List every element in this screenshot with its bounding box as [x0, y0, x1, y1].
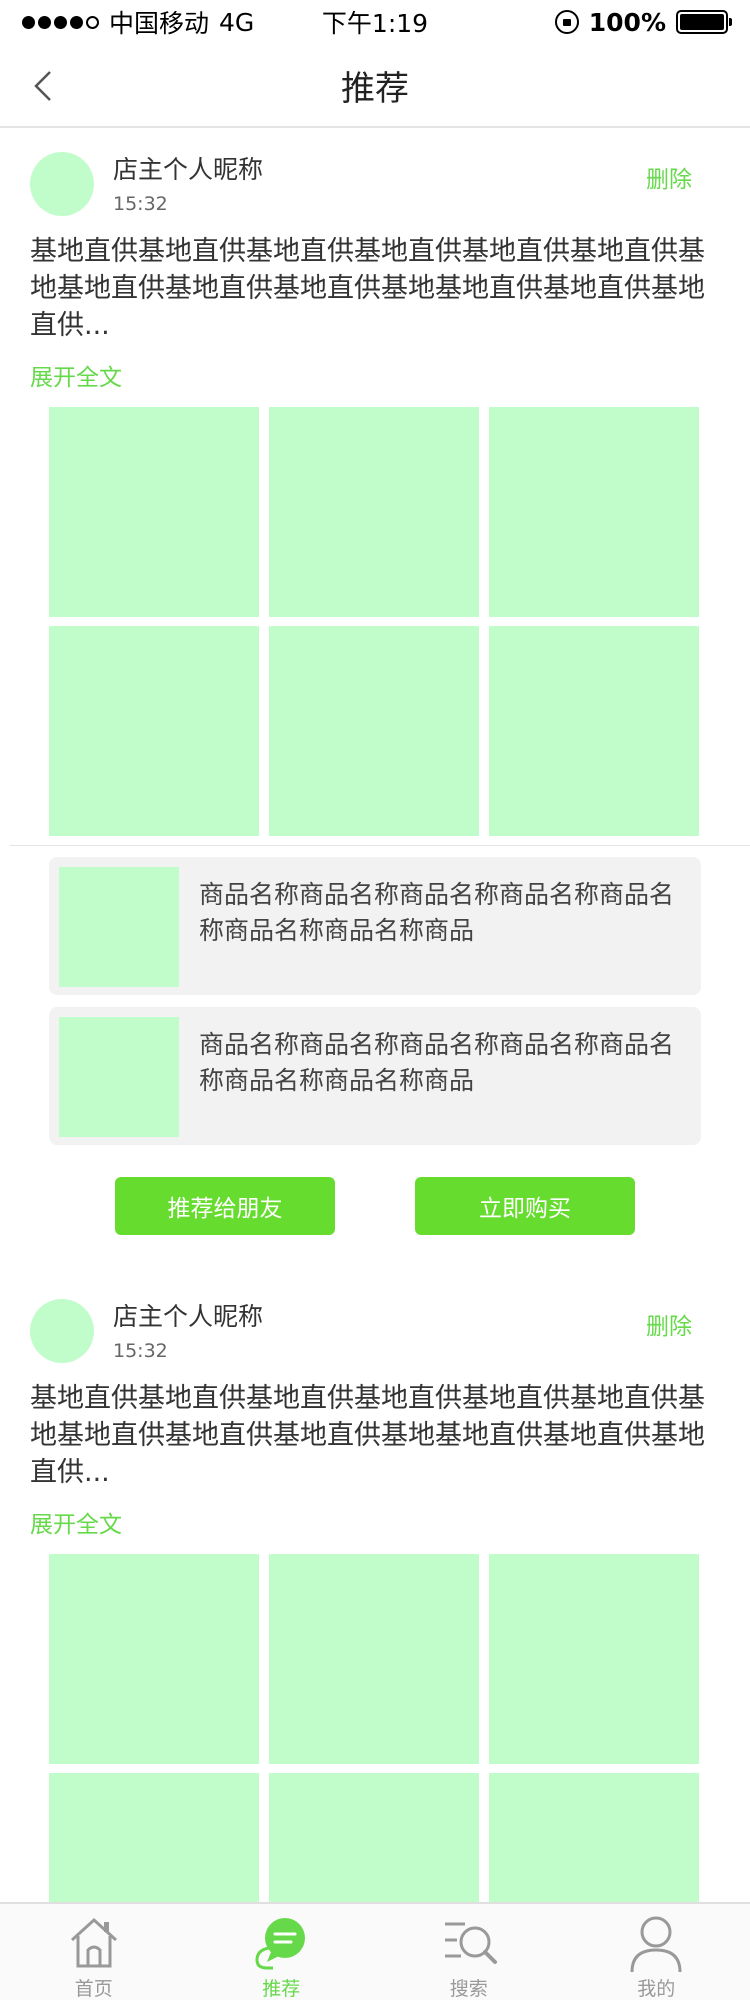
- navigation-bar: 推荐: [0, 44, 750, 128]
- status-bar: 中国移动 4G 下午1:19 100%: [0, 0, 750, 44]
- post-image[interactable]: [269, 1554, 479, 1764]
- post-image[interactable]: [49, 407, 259, 617]
- page-title: 推荐: [341, 68, 409, 109]
- product-thumbnail: [59, 1017, 179, 1137]
- tab-recommend[interactable]: 推荐: [188, 1904, 376, 2000]
- product-name: 商品名称商品名称商品名称商品名称商品名称商品名称商品名称商品: [199, 1030, 675, 1095]
- chat-bubble-icon: [255, 1918, 306, 1970]
- feed-post: 店主个人昵称 15:32 删除 基地直供基地直供基地直供基地直供基地直供基地直供…: [0, 130, 750, 1277]
- tab-label: 推荐: [262, 1978, 301, 2000]
- post-text: 基地直供基地直供基地直供基地直供基地直供基地直供基地基地直供基地直供基地直供基地…: [30, 236, 705, 341]
- buy-now-button[interactable]: 立即购买: [415, 1177, 635, 1235]
- product-card[interactable]: 商品名称商品名称商品名称商品名称商品名称商品名称商品名称商品: [49, 857, 701, 995]
- expand-full-text-link[interactable]: 展开全文: [30, 358, 122, 392]
- tab-label: 搜索: [449, 1978, 488, 2000]
- signal-strength-icon: [22, 15, 99, 29]
- home-icon: [70, 1917, 117, 1968]
- post-time: 15:32: [113, 193, 168, 215]
- avatar[interactable]: [30, 1299, 94, 1363]
- post-image[interactable]: [49, 626, 259, 836]
- product-name: 商品名称商品名称商品名称商品名称商品名称商品名称商品名称商品: [199, 880, 675, 945]
- post-image[interactable]: [489, 407, 699, 617]
- post-text: 基地直供基地直供基地直供基地直供基地直供基地直供基地基地直供基地直供基地直供基地…: [30, 1383, 705, 1488]
- battery-percent: 100%: [588, 7, 666, 37]
- tab-label: 我的: [637, 1978, 676, 2000]
- post-image-grid: [49, 407, 701, 836]
- post-image[interactable]: [269, 407, 479, 617]
- avatar[interactable]: [30, 152, 94, 216]
- search-list-icon: [444, 1922, 497, 1964]
- battery-icon: [676, 10, 732, 34]
- post-time: 15:32: [113, 1340, 168, 1362]
- orientation-lock-icon: [554, 10, 579, 34]
- shop-owner-nickname[interactable]: 店主个人昵称: [113, 1297, 263, 1333]
- post-image[interactable]: [489, 626, 699, 836]
- tab-search[interactable]: 搜索: [375, 1904, 563, 2000]
- recommend-to-friend-button[interactable]: 推荐给朋友: [115, 1177, 335, 1235]
- network-type: 4G: [219, 7, 255, 37]
- recommend-feed: 店主个人昵称 15:32 删除 基地直供基地直供基地直供基地直供基地直供基地直供…: [0, 130, 750, 1983]
- post-header: 店主个人昵称 15:32 删除: [0, 1277, 750, 1377]
- shop-owner-nickname[interactable]: 店主个人昵称: [113, 150, 263, 186]
- feed-post: 店主个人昵称 15:32 删除 基地直供基地直供基地直供基地直供基地直供基地直供…: [0, 1277, 750, 1983]
- delete-button[interactable]: 删除: [646, 1307, 692, 1341]
- post-image[interactable]: [489, 1554, 699, 1764]
- product-card[interactable]: 商品名称商品名称商品名称商品名称商品名称商品名称商品名称商品: [49, 1007, 701, 1145]
- tab-mine[interactable]: 我的: [563, 1904, 750, 2000]
- post-header: 店主个人昵称 15:32 删除: [0, 130, 750, 230]
- delete-button[interactable]: 删除: [646, 160, 692, 194]
- status-time: 下午1:19: [321, 9, 429, 38]
- back-arrow-icon[interactable]: [26, 68, 62, 104]
- post-image[interactable]: [49, 1554, 259, 1764]
- bottom-tab-bar: 首页 推荐 搜索 我的: [0, 1902, 750, 2000]
- post-image[interactable]: [269, 626, 479, 836]
- product-thumbnail: [59, 867, 179, 987]
- tab-label: 首页: [74, 1978, 113, 2000]
- divider: [10, 845, 750, 846]
- user-icon: [630, 1916, 682, 1972]
- tab-home[interactable]: 首页: [0, 1904, 188, 2000]
- expand-full-text-link[interactable]: 展开全文: [30, 1505, 122, 1539]
- carrier-name: 中国移动: [109, 9, 210, 38]
